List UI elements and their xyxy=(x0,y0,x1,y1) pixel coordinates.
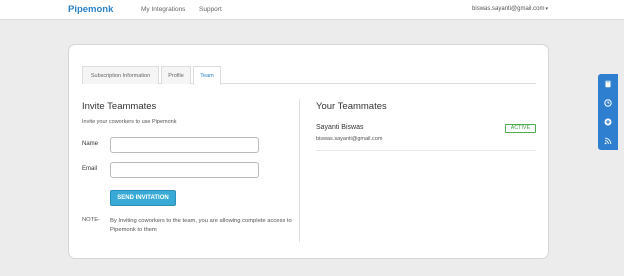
plus-circle-icon[interactable] xyxy=(598,112,618,131)
team-settings-card: Subscription Information Profile Team In… xyxy=(68,44,549,259)
name-label: Name xyxy=(82,141,99,147)
name-input[interactable] xyxy=(110,137,259,153)
user-email: biswas.sayanti@gmail.com xyxy=(472,6,545,12)
clock-icon[interactable] xyxy=(598,93,618,112)
invite-title: Invite Teammates xyxy=(82,101,157,112)
section-divider xyxy=(299,99,300,242)
brand-logo[interactable]: Pipemonk xyxy=(68,4,113,15)
note-label: NOTE- xyxy=(82,217,101,223)
user-menu[interactable]: biswas.sayanti@gmail.com▾ xyxy=(472,6,548,12)
invite-subtitle: Invite your coworkers to use Pipemonk xyxy=(82,119,177,125)
teammate-email: biswas.sayanti@gmail.com xyxy=(316,136,383,142)
settings-tabs: Subscription Information Profile Team xyxy=(82,66,536,85)
teammates-section: Your Teammates Sayanti Biswas ACTIVE bis… xyxy=(316,101,536,151)
teammates-title: Your Teammates xyxy=(316,101,387,112)
tab-team[interactable]: Team xyxy=(193,66,221,85)
top-navbar: Pipemonk My Integrations Support biswas.… xyxy=(0,0,624,20)
book-icon[interactable] xyxy=(598,74,618,93)
tab-profile[interactable]: Profile xyxy=(161,66,191,84)
rss-icon[interactable] xyxy=(598,131,618,150)
side-toolbar xyxy=(598,74,618,150)
caret-down-icon: ▾ xyxy=(545,6,548,12)
email-label: Email xyxy=(82,166,98,172)
nav-support[interactable]: Support xyxy=(199,6,222,13)
send-invitation-button[interactable]: SEND INVITATION xyxy=(110,190,176,206)
nav-my-integrations[interactable]: My Integrations xyxy=(141,6,185,13)
invite-section: Invite Teammates Invite your coworkers t… xyxy=(82,101,297,233)
tab-subscription-information[interactable]: Subscription Information xyxy=(82,66,159,84)
email-input[interactable] xyxy=(110,162,259,178)
row-divider xyxy=(316,150,536,151)
status-badge: ACTIVE xyxy=(505,124,536,133)
teammate-name: Sayanti Biswas xyxy=(316,124,364,131)
note-text: By Inviting coworkers to the team, you a… xyxy=(110,218,292,233)
